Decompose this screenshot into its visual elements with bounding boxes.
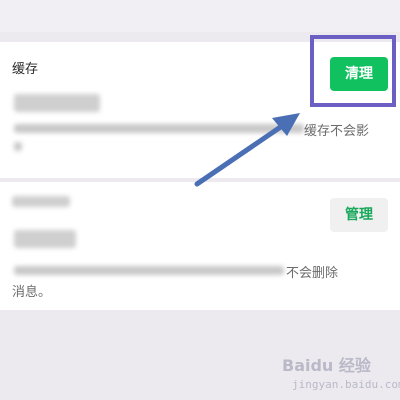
baidu-watermark: Baidu 经验 jingyan.baidu.com — [270, 348, 400, 392]
watermark-brand: Baidu 经验 — [282, 356, 371, 375]
annotation-arrow-icon — [194, 113, 300, 187]
watermark-url: jingyan.baidu.com — [292, 378, 400, 391]
